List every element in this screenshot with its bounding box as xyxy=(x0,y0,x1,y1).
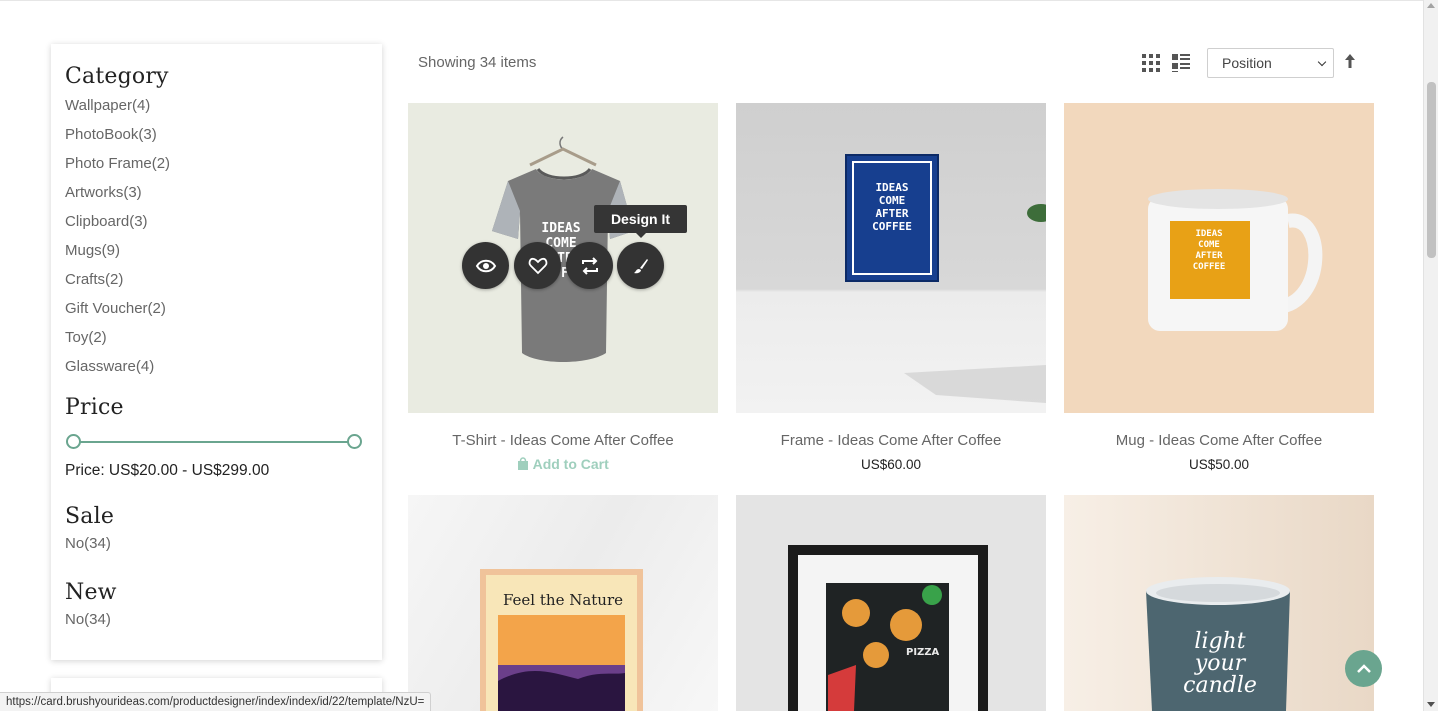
new-filter-title: New xyxy=(65,580,117,605)
heart-icon xyxy=(528,257,547,274)
category-item[interactable]: Artworks(3) xyxy=(65,178,368,207)
pizza-frame-artwork xyxy=(788,545,988,711)
product-name[interactable]: Mug - Ideas Come After Coffee xyxy=(1064,432,1374,449)
category-link-crafts[interactable]: Crafts(2) xyxy=(65,271,123,288)
category-link-gift-voucher[interactable]: Gift Voucher(2) xyxy=(65,300,166,317)
category-link-artworks[interactable]: Artworks(3) xyxy=(65,184,142,201)
category-link-photobook[interactable]: PhotoBook(3) xyxy=(65,126,157,143)
sale-option[interactable]: No(34) xyxy=(65,529,368,558)
scrollbar-thumb[interactable] xyxy=(1427,82,1436,258)
design-it-tooltip: Design It xyxy=(594,205,687,238)
sort-direction-arrow-up-icon[interactable] xyxy=(1342,52,1358,70)
product-image-frame[interactable]: IDEAS COME AFTER COFFEE xyxy=(736,103,1046,413)
product-image-pizza-frame[interactable]: PIZZA xyxy=(736,495,1046,711)
category-item[interactable]: Crafts(2) xyxy=(65,265,368,294)
scroll-down-arrow-icon[interactable] xyxy=(1427,702,1435,707)
scroll-up-arrow-icon[interactable] xyxy=(1427,3,1435,8)
category-list: Wallpaper(4) PhotoBook(3) Photo Frame(2)… xyxy=(65,91,368,381)
design-it-button[interactable] xyxy=(617,242,664,289)
shopping-bag-icon xyxy=(518,457,529,470)
list-view-icon[interactable] xyxy=(1172,54,1190,72)
price-range-text: Price: US$20.00 - US$299.00 xyxy=(65,462,270,479)
category-link-wallpaper[interactable]: Wallpaper(4) xyxy=(65,97,150,114)
product-card-tshirt[interactable]: IDEAS COME AFTER COFFEE Design It T-Shir… xyxy=(408,103,718,472)
category-link-toy[interactable]: Toy(2) xyxy=(65,329,107,346)
category-item[interactable]: Glassware(4) xyxy=(65,352,368,381)
sale-filter-title: Sale xyxy=(65,504,115,529)
category-item[interactable]: Toy(2) xyxy=(65,323,368,352)
browser-status-bar: https://card.brushyourideas.com/productd… xyxy=(0,692,432,711)
category-item[interactable]: Photo Frame(2) xyxy=(65,149,368,178)
chevron-up-icon xyxy=(1356,663,1371,673)
price-slider-track xyxy=(73,441,360,443)
product-card-frame[interactable]: IDEAS COME AFTER COFFEE Frame - Ideas Co… xyxy=(736,103,1046,472)
frame-artwork xyxy=(845,154,1046,403)
add-to-cart-label: Add to Cart xyxy=(532,456,609,472)
brush-icon xyxy=(633,258,648,273)
product-image-nature-poster[interactable]: Feel the Nature xyxy=(408,495,718,711)
quick-view-button[interactable] xyxy=(462,242,509,289)
price-slider-max-handle[interactable] xyxy=(347,434,362,449)
product-actions xyxy=(462,242,692,289)
category-item[interactable]: Clipboard(3) xyxy=(65,207,368,236)
nature-poster-title: Feel the Nature xyxy=(502,591,624,609)
back-to-top-button[interactable] xyxy=(1345,650,1382,687)
sale-option-link[interactable]: No(34) xyxy=(65,535,111,552)
pizza-poster-text: PIZZA xyxy=(906,647,940,658)
price-filter-title: Price xyxy=(65,395,124,420)
category-item[interactable]: Mugs(9) xyxy=(65,236,368,265)
product-name[interactable]: Frame - Ideas Come After Coffee xyxy=(736,432,1046,449)
category-link-clipboard[interactable]: Clipboard(3) xyxy=(65,213,148,230)
new-option[interactable]: No(34) xyxy=(65,605,368,634)
filter-sidebar: Category Wallpaper(4) PhotoBook(3) Photo… xyxy=(51,44,382,660)
top-divider xyxy=(0,0,1424,1)
product-price: US$60.00 xyxy=(860,457,922,472)
category-item[interactable]: Gift Voucher(2) xyxy=(65,294,368,323)
item-count: Showing 34 items xyxy=(418,54,537,71)
category-link-photo-frame[interactable]: Photo Frame(2) xyxy=(65,155,170,172)
price-slider-min-handle[interactable] xyxy=(66,434,81,449)
sort-by-select[interactable]: Position xyxy=(1207,48,1334,78)
eye-icon xyxy=(475,259,496,272)
add-to-cart-button[interactable]: Add to Cart xyxy=(408,456,718,472)
product-card-candle[interactable]: light your candle xyxy=(1064,495,1374,711)
chevron-down-icon xyxy=(1317,57,1327,67)
new-option-link[interactable]: No(34) xyxy=(65,611,111,628)
candle-artwork-text: light your candle xyxy=(1183,629,1257,698)
product-card-mug[interactable]: IDEAS COME AFTER COFFEE Mug - Ideas Come… xyxy=(1064,103,1374,472)
product-card-nature-poster[interactable]: Feel the Nature xyxy=(408,495,718,711)
compare-arrows-icon xyxy=(581,256,598,275)
product-image-mug[interactable]: IDEAS COME AFTER COFFEE xyxy=(1064,103,1374,413)
product-image-candle[interactable]: light your candle xyxy=(1064,495,1374,711)
frame-artwork-text: IDEAS COME AFTER COFFEE xyxy=(872,181,912,233)
product-image-tshirt[interactable]: IDEAS COME AFTER COFFEE Design It xyxy=(408,103,718,413)
category-link-mugs[interactable]: Mugs(9) xyxy=(65,242,120,259)
grid-view-icon[interactable] xyxy=(1142,54,1160,72)
product-card-pizza-frame[interactable]: PIZZA xyxy=(736,495,1046,711)
category-item[interactable]: PhotoBook(3) xyxy=(65,120,368,149)
mug-artwork-text: IDEAS COME AFTER COFFEE xyxy=(1192,229,1226,272)
category-link-glassware[interactable]: Glassware(4) xyxy=(65,358,154,375)
page-scrollbar[interactable] xyxy=(1423,0,1438,711)
wishlist-button[interactable] xyxy=(514,242,561,289)
product-name[interactable]: T-Shirt - Ideas Come After Coffee xyxy=(408,432,718,449)
product-price: US$50.00 xyxy=(1188,457,1250,472)
category-filter-title: Category xyxy=(65,64,169,89)
category-item[interactable]: Wallpaper(4) xyxy=(65,91,368,120)
compare-button[interactable] xyxy=(566,242,613,289)
sort-by-value: Position xyxy=(1222,55,1272,71)
price-range-slider[interactable] xyxy=(65,434,368,450)
